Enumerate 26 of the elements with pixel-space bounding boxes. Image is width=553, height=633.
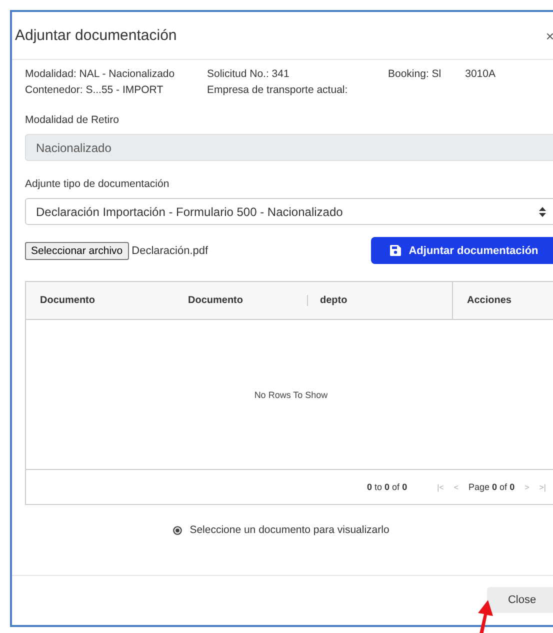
page-indicator: Page 0 of 0 xyxy=(468,482,515,492)
row-range: 0 to 0 of 0 xyxy=(367,482,408,492)
hint-text: Seleccione un documento para visualizarlo xyxy=(190,524,390,536)
info-text: Contenedor: S...55 - IMPORT xyxy=(25,84,164,97)
column-header[interactable]: Acciones xyxy=(452,282,553,319)
info-text: Empresa de transporte actual: xyxy=(207,84,349,97)
field-label: Modalidad de Retiro xyxy=(25,114,120,126)
dialog-title: Adjuntar documentación xyxy=(15,27,177,44)
info-text: Booking: Sl xyxy=(388,68,442,81)
column-header[interactable]: depto xyxy=(307,295,452,306)
empty-message: No Rows To Show xyxy=(254,390,328,400)
info-text: 3010A xyxy=(465,68,496,81)
column-header[interactable]: Documento xyxy=(26,295,174,306)
column-header[interactable]: Documento xyxy=(174,295,307,306)
close-button[interactable]: Close xyxy=(487,586,553,612)
close-button[interactable]: × xyxy=(546,28,553,44)
file-select-button[interactable]: Seleccionar archivo xyxy=(25,242,129,260)
file-name: Declaración.pdf xyxy=(132,244,208,256)
field-label: Adjunte tipo de documentación xyxy=(25,178,170,190)
save-icon xyxy=(390,245,401,256)
radio-dot-icon xyxy=(172,526,182,534)
sort-caret-icon xyxy=(539,206,546,216)
attach-button[interactable]: Adjuntar documentación xyxy=(371,237,553,264)
select-field[interactable]: Declaración Importación - Formulario 500 - Nacionalizado xyxy=(25,198,553,225)
info-text: Modalidad: NAL - Nacionalizado xyxy=(25,68,176,81)
info-text: Solicitud No.: 341 xyxy=(207,68,290,81)
